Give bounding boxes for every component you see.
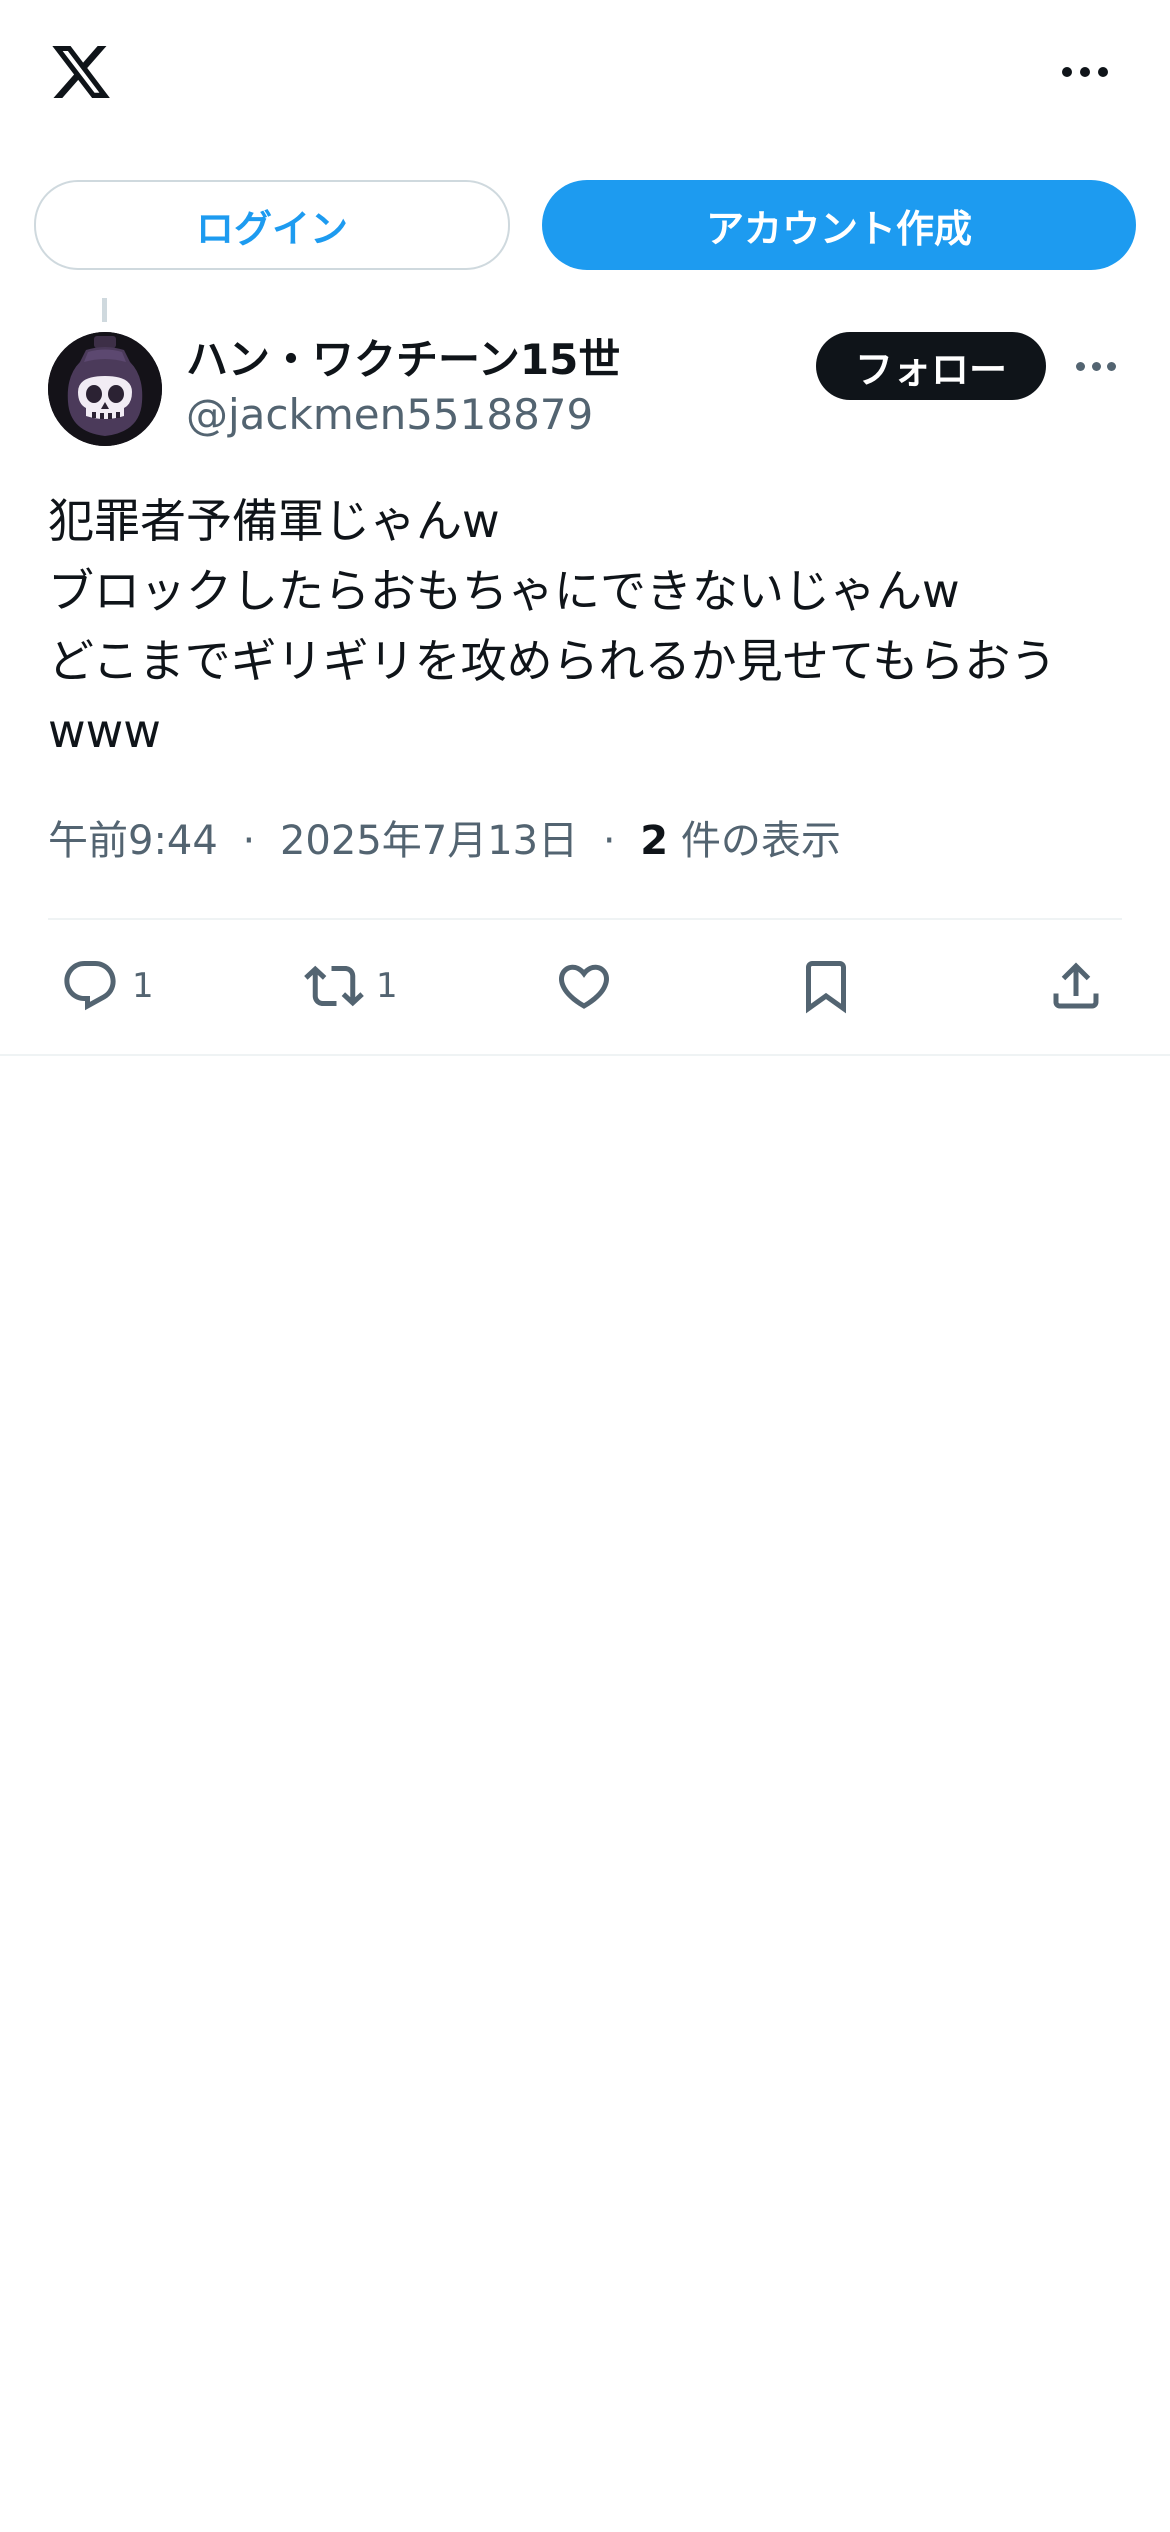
create-account-button[interactable]: アカウント作成 — [542, 180, 1136, 270]
divider — [48, 918, 1122, 920]
separator: · — [242, 818, 256, 864]
reply-icon — [64, 961, 116, 1011]
top-bar — [0, 0, 1170, 150]
views-label: 件の表示 — [680, 818, 841, 864]
reply-count: 1 — [132, 966, 154, 1006]
follow-button[interactable]: フォロー — [816, 332, 1046, 400]
post-text-line: ブロックしたらおもちゃにできないじゃんw — [48, 564, 960, 618]
divider — [0, 1054, 1170, 1056]
post-more-options-icon[interactable] — [1076, 358, 1116, 374]
login-button[interactable]: ログイン — [34, 180, 510, 270]
post-date[interactable]: 2025年7月13日 — [280, 818, 578, 864]
dot — [1076, 361, 1085, 371]
auth-buttons: ログイン アカウント作成 — [34, 180, 1136, 270]
share-icon — [1053, 962, 1099, 1009]
more-options-icon[interactable] — [1062, 60, 1108, 84]
dot — [1091, 361, 1101, 371]
separator: · — [602, 818, 616, 864]
post-time[interactable]: 午前9:44 — [48, 818, 218, 864]
post-text-line: www — [48, 704, 161, 758]
views-link[interactable]: 2 件の表示 — [640, 818, 841, 864]
repost-icon — [304, 965, 364, 1007]
author-handle[interactable]: @jackmen5518879 — [186, 390, 593, 439]
reply-button[interactable]: 1 — [60, 940, 154, 1032]
avatar[interactable] — [48, 332, 162, 446]
dot — [1098, 67, 1108, 77]
views-count: 2 — [640, 818, 669, 864]
dot — [1062, 67, 1072, 77]
share-button[interactable] — [1046, 940, 1106, 1032]
post-text: 犯罪者予備軍じゃんw ブロックしたらおもちゃにできないじゃんw どこまでギリギリ… — [48, 486, 1128, 766]
dot — [1080, 67, 1090, 77]
thread-connector-line — [102, 298, 107, 322]
x-logo-icon[interactable] — [48, 40, 114, 104]
post-meta: 午前9:44 · 2025年7月13日 · 2 件の表示 — [48, 808, 841, 866]
repost-button[interactable]: 1 — [304, 940, 398, 1032]
repost-count: 1 — [376, 966, 398, 1006]
skull-bottle-icon — [48, 332, 162, 446]
bookmark-button[interactable] — [796, 940, 856, 1032]
bookmark-icon — [806, 961, 846, 1014]
dot — [1107, 361, 1116, 371]
author-display-name[interactable]: ハン・ワクチーン15世 — [186, 326, 620, 387]
post-text-line: 犯罪者予備軍じゃんw — [48, 494, 500, 548]
post-actions-bar: 1 1 — [0, 940, 1170, 1032]
post-text-line: どこまでギリギリを攻められるか見せてもらおう — [48, 634, 1057, 688]
heart-icon — [558, 964, 610, 1009]
like-button[interactable] — [554, 940, 614, 1032]
